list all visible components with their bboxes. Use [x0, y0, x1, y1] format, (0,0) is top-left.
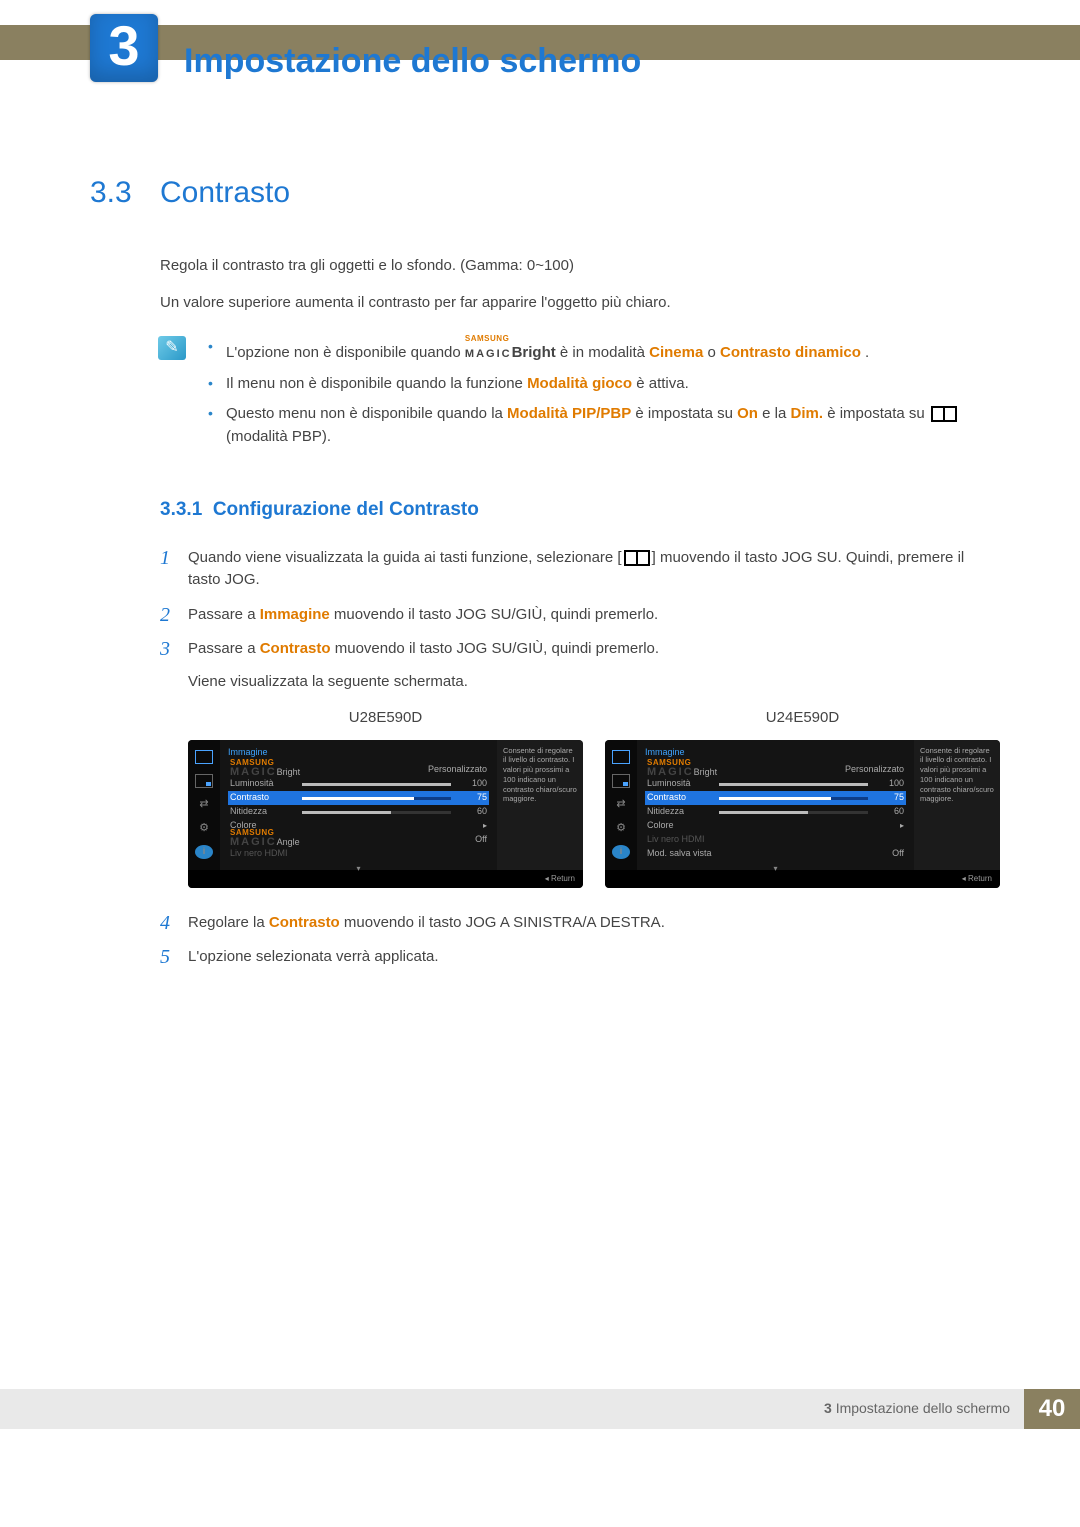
osd-nav-pip-icon	[612, 774, 630, 788]
osd-nav-settings-icon	[612, 821, 630, 835]
samsung-magic-label: SAMSUNG MAGIC	[465, 336, 512, 365]
osd-model-label: U24E590D	[605, 707, 1000, 730]
note-item: L'opzione non è disponibile quando SAMSU…	[208, 336, 1000, 365]
page-footer: 3 Impostazione dello schermo 40	[0, 1389, 1080, 1429]
osd-nav-picture-icon	[195, 750, 213, 764]
osd-nav-picture-icon	[612, 750, 630, 764]
osd-help-text: Consente di regolare il livello di contr…	[497, 740, 583, 870]
osd-nav-info-icon	[612, 845, 630, 859]
osd-nav-settings-icon	[195, 821, 213, 835]
menu-guide-icon	[624, 550, 650, 566]
osd-screenshot-right: Immagine SAMSUNGMAGICBright Personalizza…	[605, 740, 1000, 888]
osd-menu-title: Immagine	[228, 746, 489, 760]
pbp-icon	[931, 406, 957, 422]
chapter-number-badge: 3	[90, 14, 158, 82]
osd-help-text: Consente di regolare il livello di contr…	[914, 740, 1000, 870]
osd-nav-display-icon	[195, 797, 213, 811]
paragraph: Regola il contrasto tra gli oggetti e lo…	[160, 255, 1000, 278]
step-note: Viene visualizzata la seguente schermata…	[188, 671, 1000, 694]
subsection-heading: 3.3.1 Configurazione del Contrasto	[160, 496, 1000, 525]
osd-screenshot-left: Immagine SAMSUNGMAGICBright Personalizza…	[188, 740, 583, 888]
osd-nav-info-icon	[195, 845, 213, 859]
page-number: 40	[1024, 1389, 1080, 1429]
step-number: 2	[160, 604, 188, 627]
note-list: L'opzione non è disponibile quando SAMSU…	[208, 336, 1000, 456]
osd-menu-title: Immagine	[645, 746, 906, 760]
note-item: Il menu non è disponibile quando la funz…	[208, 373, 1000, 396]
section-number: 3.3	[90, 170, 160, 215]
note-item: Questo menu non è disponibile quando la …	[208, 403, 1000, 448]
step-number: 3	[160, 638, 188, 900]
step-number: 4	[160, 912, 188, 935]
step-number: 1	[160, 547, 188, 592]
section-title: Contrasto	[160, 170, 290, 215]
chapter-header: 3 Impostazione dello schermo	[0, 0, 1080, 60]
osd-nav-display-icon	[612, 797, 630, 811]
paragraph: Un valore superiore aumenta il contrasto…	[160, 292, 1000, 315]
steps-list: 1 Quando viene visualizzata la guida ai …	[160, 547, 1000, 969]
chapter-title: Impostazione dello schermo	[184, 36, 641, 87]
section-heading: 3.3 Contrasto	[160, 170, 1000, 215]
step-number: 5	[160, 946, 188, 969]
note-icon	[158, 336, 186, 360]
osd-model-label: U28E590D	[188, 707, 583, 730]
osd-nav-pip-icon	[195, 774, 213, 788]
